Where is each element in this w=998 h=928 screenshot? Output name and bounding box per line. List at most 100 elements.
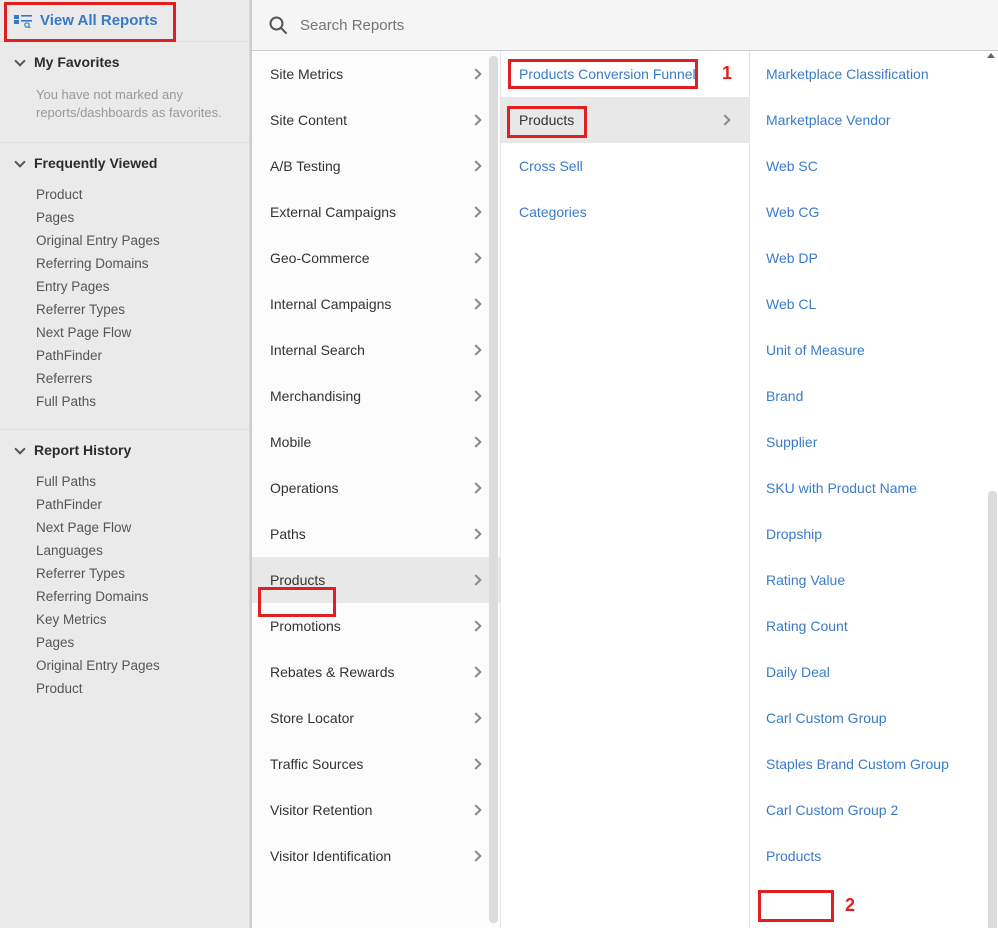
report-item[interactable]: Web CG <box>750 189 998 235</box>
scrollbar-col3[interactable] <box>988 491 997 928</box>
chevron-right-icon <box>470 482 482 494</box>
sidebar-item[interactable]: Next Page Flow <box>0 321 249 344</box>
annotation-2: 2 <box>845 895 855 916</box>
report-history-header[interactable]: Report History <box>0 430 249 470</box>
subcategory-item[interactable]: Products <box>501 97 749 143</box>
report-item[interactable]: Marketplace Classification <box>750 51 998 97</box>
sidebar-item[interactable]: Referring Domains <box>0 585 249 608</box>
report-item[interactable]: Rating Value <box>750 557 998 603</box>
category-item[interactable]: Mobile <box>252 419 500 465</box>
category-item[interactable]: Store Locator <box>252 695 500 741</box>
report-item[interactable]: Staples Brand Custom Group <box>750 741 998 787</box>
report-item[interactable]: SKU with Product Name <box>750 465 998 511</box>
annotation-1: 1 <box>722 63 732 84</box>
sidebar-item[interactable]: Languages <box>0 539 249 562</box>
category-item[interactable]: Internal Campaigns <box>252 281 500 327</box>
scrollbar[interactable] <box>489 56 498 923</box>
category-item[interactable]: Traffic Sources <box>252 741 500 787</box>
report-history-title: Report History <box>34 442 131 458</box>
category-item[interactable]: Paths <box>252 511 500 557</box>
sidebar-item[interactable]: Product <box>0 183 249 206</box>
category-label: Products <box>270 572 325 588</box>
report-item[interactable]: Products <box>750 833 998 879</box>
category-item[interactable]: Visitor Identification <box>252 833 500 879</box>
chevron-right-icon <box>470 160 482 172</box>
sidebar-item[interactable]: Full Paths <box>0 470 249 493</box>
scroll-up-arrow[interactable] <box>987 53 995 58</box>
report-item[interactable]: Carl Custom Group <box>750 695 998 741</box>
sidebar-item[interactable]: Referrer Types <box>0 562 249 585</box>
category-item[interactable]: Operations <box>252 465 500 511</box>
chevron-down-icon <box>14 157 26 169</box>
sidebar-item[interactable]: Original Entry Pages <box>0 229 249 252</box>
chevron-right-icon <box>470 758 482 770</box>
report-item[interactable]: Dropship <box>750 511 998 557</box>
sidebar-item[interactable]: Product <box>0 677 249 700</box>
sidebar-item[interactable]: Key Metrics <box>0 608 249 631</box>
report-item[interactable]: Daily Deal <box>750 649 998 695</box>
frequently-viewed-header[interactable]: Frequently Viewed <box>0 143 249 183</box>
category-label: Operations <box>270 480 338 496</box>
report-item[interactable]: Marketplace Vendor <box>750 97 998 143</box>
category-item[interactable]: A/B Testing <box>252 143 500 189</box>
chevron-right-icon <box>470 574 482 586</box>
subcategory-item[interactable]: Categories <box>501 189 749 235</box>
category-label: Traffic Sources <box>270 756 363 772</box>
subcategory-label: Products <box>519 112 574 128</box>
sidebar-item[interactable]: PathFinder <box>0 344 249 367</box>
sidebar-item[interactable]: Entry Pages <box>0 275 249 298</box>
report-item[interactable]: Web DP <box>750 235 998 281</box>
report-item[interactable]: Web CL <box>750 281 998 327</box>
report-item[interactable]: Carl Custom Group 2 <box>750 787 998 833</box>
chevron-right-icon <box>470 528 482 540</box>
category-item[interactable]: Products <box>252 557 500 603</box>
frequently-viewed-section: Frequently Viewed ProductPagesOriginal E… <box>0 143 249 430</box>
report-item[interactable]: Supplier <box>750 419 998 465</box>
sidebar-item[interactable]: PathFinder <box>0 493 249 516</box>
category-item[interactable]: Geo-Commerce <box>252 235 500 281</box>
category-label: Site Metrics <box>270 66 343 82</box>
view-all-reports-button[interactable]: View All Reports <box>0 0 249 42</box>
search-icon <box>268 15 288 35</box>
report-item[interactable]: Web SC <box>750 143 998 189</box>
sidebar-item[interactable]: Next Page Flow <box>0 516 249 539</box>
category-label: External Campaigns <box>270 204 396 220</box>
report-item[interactable]: Brand <box>750 373 998 419</box>
category-item[interactable]: Internal Search <box>252 327 500 373</box>
chevron-right-icon <box>470 206 482 218</box>
category-column-2: Products Conversion Funnel Products Cross … <box>501 51 750 928</box>
category-column-1: Site Metrics Site ContentA/B Testing Exter… <box>252 51 501 928</box>
chevron-right-icon <box>470 850 482 862</box>
frequently-viewed-title: Frequently Viewed <box>34 155 157 171</box>
report-item[interactable]: Rating Count <box>750 603 998 649</box>
chevron-right-icon <box>470 436 482 448</box>
sidebar-item[interactable]: Original Entry Pages <box>0 654 249 677</box>
category-label: Geo-Commerce <box>270 250 370 266</box>
subcategory-label: Categories <box>519 204 587 220</box>
category-item[interactable]: Site Content <box>252 97 500 143</box>
search-input[interactable] <box>300 17 984 34</box>
category-label: Store Locator <box>270 710 354 726</box>
subcategory-item[interactable]: Cross Sell <box>501 143 749 189</box>
sidebar-item[interactable]: Referring Domains <box>0 252 249 275</box>
report-item[interactable]: Unit of Measure <box>750 327 998 373</box>
category-item[interactable]: Site Metrics <box>252 51 500 97</box>
category-item[interactable]: External Campaigns <box>252 189 500 235</box>
sidebar-item[interactable]: Referrers <box>0 367 249 390</box>
sidebar-item[interactable]: Pages <box>0 206 249 229</box>
view-all-reports-label: View All Reports <box>40 12 158 29</box>
category-item[interactable]: Merchandising <box>252 373 500 419</box>
sidebar-item[interactable]: Referrer Types <box>0 298 249 321</box>
subcategory-label: Products Conversion Funnel <box>519 66 696 82</box>
sidebar-item[interactable]: Full Paths <box>0 390 249 413</box>
sidebar-item[interactable]: Pages <box>0 631 249 654</box>
report-history-section: Report History Full PathsPathFinderNext … <box>0 430 249 716</box>
category-item[interactable]: Visitor Retention <box>252 787 500 833</box>
category-item[interactable]: Promotions <box>252 603 500 649</box>
subcategory-item[interactable]: Products Conversion Funnel <box>501 51 749 97</box>
chevron-down-icon <box>14 444 26 456</box>
category-item[interactable]: Rebates & Rewards <box>252 649 500 695</box>
category-label: Promotions <box>270 618 341 634</box>
chevron-right-icon <box>719 114 731 126</box>
favorites-header[interactable]: My Favorites <box>0 42 249 82</box>
